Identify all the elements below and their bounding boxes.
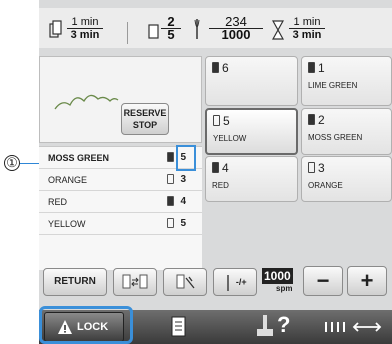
color-count: 2 5 [161,15,181,41]
lock-highlight [39,306,133,344]
needle-small-icon [227,274,230,291]
needle-number: 2 [318,113,325,127]
needle-1-button[interactable]: 1 LIME GREEN [301,56,392,106]
frame-move-icon[interactable] [322,318,384,336]
needle-number: 6 [222,61,229,75]
color-change-icon [148,24,159,39]
color-name: YELLOW [48,219,86,229]
needle-6-button[interactable]: 6 [205,56,298,106]
needle-color: ORANGE [308,181,343,190]
needle-icon [194,19,200,39]
spool-icon [167,152,174,162]
minus-label: − [316,268,330,293]
spool-icon [167,196,174,206]
needle-number: 3 [318,161,325,175]
needle-color: LIME GREEN [308,81,358,90]
color-name: ORANGE [48,175,88,185]
needle-color: YELLOW [213,134,247,143]
spool-icon [212,62,219,73]
list-item[interactable]: YELLOW 5 [39,213,202,235]
list-item[interactable]: RED 4 [39,191,202,213]
list-item[interactable]: ORANGE 3 [39,169,202,191]
speed-increase-button[interactable]: + [347,266,387,296]
speed-value: 1000 [262,268,293,284]
hourglass-icon [272,20,284,40]
spool-icon [308,62,315,73]
spool-icon [167,174,174,184]
color-name: RED [48,197,68,207]
stitch-count: 234 1000 [209,15,263,41]
spool-cut-icon [176,274,195,289]
needle-adjust-button[interactable]: -/+ [213,268,257,296]
speed-unit: spm [276,284,293,293]
spool-icon [167,218,174,228]
remaining-top: 1 min [293,16,321,28]
help-label[interactable]: ? [277,312,290,338]
status-divider [127,22,128,44]
embroidery-screen: 1 min 3 min 2 5 234 1000 1 min 3 min RES… [39,0,392,344]
needle-number: 3 [180,174,186,185]
needle-number: 4 [180,196,186,207]
callout-number: ① [6,155,18,170]
needle-4-button[interactable]: 4 RED [205,156,298,202]
sewing-time-icon [49,20,62,38]
return-button[interactable]: RETURN [43,268,107,296]
needle-number-highlight [176,145,196,171]
time-total: 3 min [67,28,103,41]
document-icon[interactable] [171,316,187,338]
color-name: MOSS GREEN [48,153,110,163]
spool-icon [213,115,220,126]
total-stitch: 1000 [209,28,263,41]
time-elapsed: 1 min [71,16,99,28]
swap-spool-button[interactable] [113,268,157,296]
speed-decrease-button[interactable]: − [303,266,343,296]
needle-number: 4 [222,161,229,175]
return-label: RETURN [54,276,96,287]
needle-2-button[interactable]: 2 MOSS GREEN [301,108,392,155]
needle-3-button[interactable]: 3 ORANGE [301,156,392,202]
spool-swap-icon [122,274,148,289]
status-bar: 1 min 3 min 2 5 234 1000 1 min 3 min [39,8,392,48]
pattern-thumbnail [54,94,119,110]
needle-number: 5 [223,114,230,128]
remaining-time: 1 min 3 min [289,16,325,41]
needle-5-button[interactable]: 5 YELLOW [205,108,298,155]
needle-color: RED [212,181,229,190]
reserve-label-2: STOP [132,120,158,130]
thread-cutter-button[interactable] [163,268,207,296]
spool-icon [212,162,219,173]
reserve-label-1: RESERVE [123,108,167,118]
speed-display: 1000 spm [260,266,302,296]
total-color-number: 5 [161,28,181,41]
needle-color: MOSS GREEN [308,133,363,142]
spool-icon [308,162,315,173]
remaining-bottom: 3 min [289,28,325,41]
sewing-help-icon[interactable] [255,314,275,338]
needle-number: 1 [318,61,325,75]
needle-adjust-label: -/+ [235,277,247,287]
sewing-time: 1 min 3 min [67,16,103,41]
needle-number: 5 [180,218,186,229]
plus-label: + [360,268,374,293]
reserve-stop-button[interactable]: RESERVE STOP [121,103,169,135]
spool-icon [308,114,315,125]
